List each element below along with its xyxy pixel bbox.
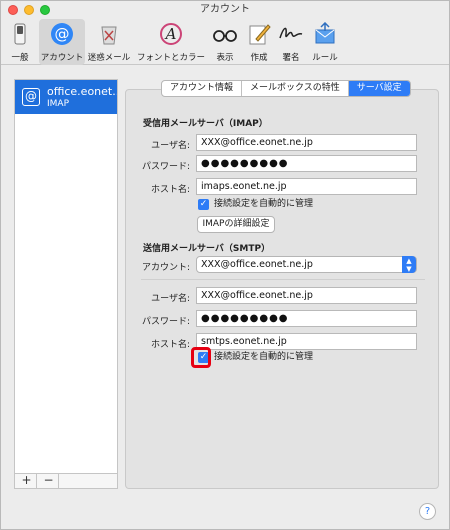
preferences-window: アカウント 一般 @ アカウント 迷惑メール A フォントとカラー 表示 作成 … bbox=[0, 0, 450, 530]
toolbar-signatures[interactable]: 署名 bbox=[275, 19, 307, 65]
incoming-heading: 受信用メールサーバ（IMAP） bbox=[143, 119, 268, 129]
window-title: アカウント bbox=[200, 4, 250, 15]
svg-text:@: @ bbox=[55, 25, 70, 43]
outgoing-password-label: パスワード: bbox=[141, 317, 190, 327]
incoming-host-field[interactable]: imaps.eonet.ne.jp bbox=[196, 178, 417, 195]
toolbar-view[interactable]: 表示 bbox=[209, 19, 241, 65]
incoming-user-field[interactable]: XXX@office.eonet.ne.jp bbox=[196, 134, 417, 151]
toolbar-signatures-label: 署名 bbox=[282, 53, 300, 63]
toolbar-junk-label: 迷惑メール bbox=[87, 53, 131, 63]
outgoing-password-field[interactable]: ●●●●●●●●● bbox=[196, 310, 417, 327]
at-sign-icon: @ bbox=[22, 88, 40, 106]
outgoing-heading: 送信用メールサーバ（SMTP） bbox=[143, 244, 271, 254]
toolbar: 一般 @ アカウント 迷惑メール A フォントとカラー 表示 作成 署名 ルール bbox=[1, 19, 449, 65]
minimize-window-button[interactable] bbox=[24, 5, 34, 15]
account-name: office.eonet... bbox=[47, 85, 117, 98]
outgoing-account-label: アカウント: bbox=[141, 263, 190, 273]
help-button[interactable]: ? bbox=[419, 503, 436, 520]
titlebar: アカウント bbox=[1, 1, 449, 19]
rules-envelope-icon bbox=[315, 22, 335, 44]
incoming-user-label: ユーザ名: bbox=[151, 141, 190, 151]
remove-account-button[interactable]: − bbox=[39, 474, 59, 488]
maximize-window-button[interactable] bbox=[40, 5, 50, 15]
font-color-icon: A bbox=[160, 23, 182, 45]
toolbar-accounts-label: アカウント bbox=[40, 53, 84, 63]
outgoing-user-label: ユーザ名: bbox=[151, 294, 190, 304]
accounts-list: @ office.eonet... IMAP bbox=[14, 79, 118, 489]
switch-icon bbox=[14, 23, 26, 45]
toolbar-compose-label: 作成 bbox=[250, 53, 268, 63]
add-account-button[interactable]: + bbox=[17, 474, 37, 488]
incoming-password-field[interactable]: ●●●●●●●●● bbox=[196, 155, 417, 172]
highlight-box bbox=[191, 347, 211, 368]
toolbar-junk[interactable]: 迷惑メール bbox=[87, 19, 131, 65]
outgoing-host-label: ホスト名: bbox=[150, 340, 190, 350]
compose-pencil-icon bbox=[249, 24, 271, 45]
outgoing-account-select[interactable]: XXX@office.eonet.ne.jp ▲ ▼ bbox=[196, 256, 417, 273]
at-sign-icon: @ bbox=[51, 23, 73, 45]
toolbar-fonts-colors[interactable]: A フォントとカラー bbox=[133, 19, 209, 65]
tab-account-info[interactable]: アカウント情報 bbox=[162, 81, 243, 96]
tab-bar: アカウント情報 メールボックスの特性 サーバ設定 bbox=[161, 80, 411, 97]
tab-mailbox-behaviors[interactable]: メールボックスの特性 bbox=[242, 81, 349, 96]
toolbar-general[interactable]: 一般 bbox=[3, 19, 37, 65]
chevron-updown-icon: ▲ ▼ bbox=[402, 256, 416, 273]
toolbar-view-label: 表示 bbox=[216, 53, 234, 63]
outgoing-account-value: XXX@office.eonet.ne.jp bbox=[201, 259, 313, 270]
incoming-auto-manage-label: 接続設定を自動的に管理 bbox=[214, 199, 314, 209]
toolbar-fonts-colors-label: フォントとカラー bbox=[136, 53, 205, 63]
outgoing-auto-manage-label: 接続設定を自動的に管理 bbox=[214, 352, 314, 362]
toolbar-rules[interactable]: ルール bbox=[307, 19, 343, 65]
toolbar-general-label: 一般 bbox=[11, 53, 29, 63]
toolbar-accounts[interactable]: @ アカウント bbox=[39, 19, 85, 65]
glasses-icon bbox=[213, 30, 237, 42]
incoming-password-label: パスワード: bbox=[141, 162, 190, 172]
account-row-selected[interactable]: @ office.eonet... IMAP bbox=[15, 80, 117, 114]
imap-advanced-button[interactable]: IMAPの詳細設定 bbox=[197, 216, 275, 233]
divider bbox=[141, 279, 425, 280]
toolbar-compose[interactable]: 作成 bbox=[243, 19, 275, 65]
outgoing-host-field[interactable]: smtps.eonet.ne.jp bbox=[196, 333, 417, 350]
tab-server-settings[interactable]: サーバ設定 bbox=[348, 81, 410, 96]
close-window-button[interactable] bbox=[8, 5, 18, 15]
outgoing-user-field[interactable]: XXX@office.eonet.ne.jp bbox=[196, 287, 417, 304]
accounts-list-footer: + − bbox=[14, 473, 118, 489]
account-type: IMAP bbox=[47, 99, 70, 109]
incoming-host-label: ホスト名: bbox=[150, 185, 190, 195]
checkmark-icon: ✓ bbox=[198, 199, 209, 210]
junk-trash-icon bbox=[101, 26, 117, 45]
toolbar-rules-label: ルール bbox=[312, 53, 338, 63]
svg-text:A: A bbox=[164, 25, 177, 43]
signature-icon bbox=[279, 27, 303, 39]
